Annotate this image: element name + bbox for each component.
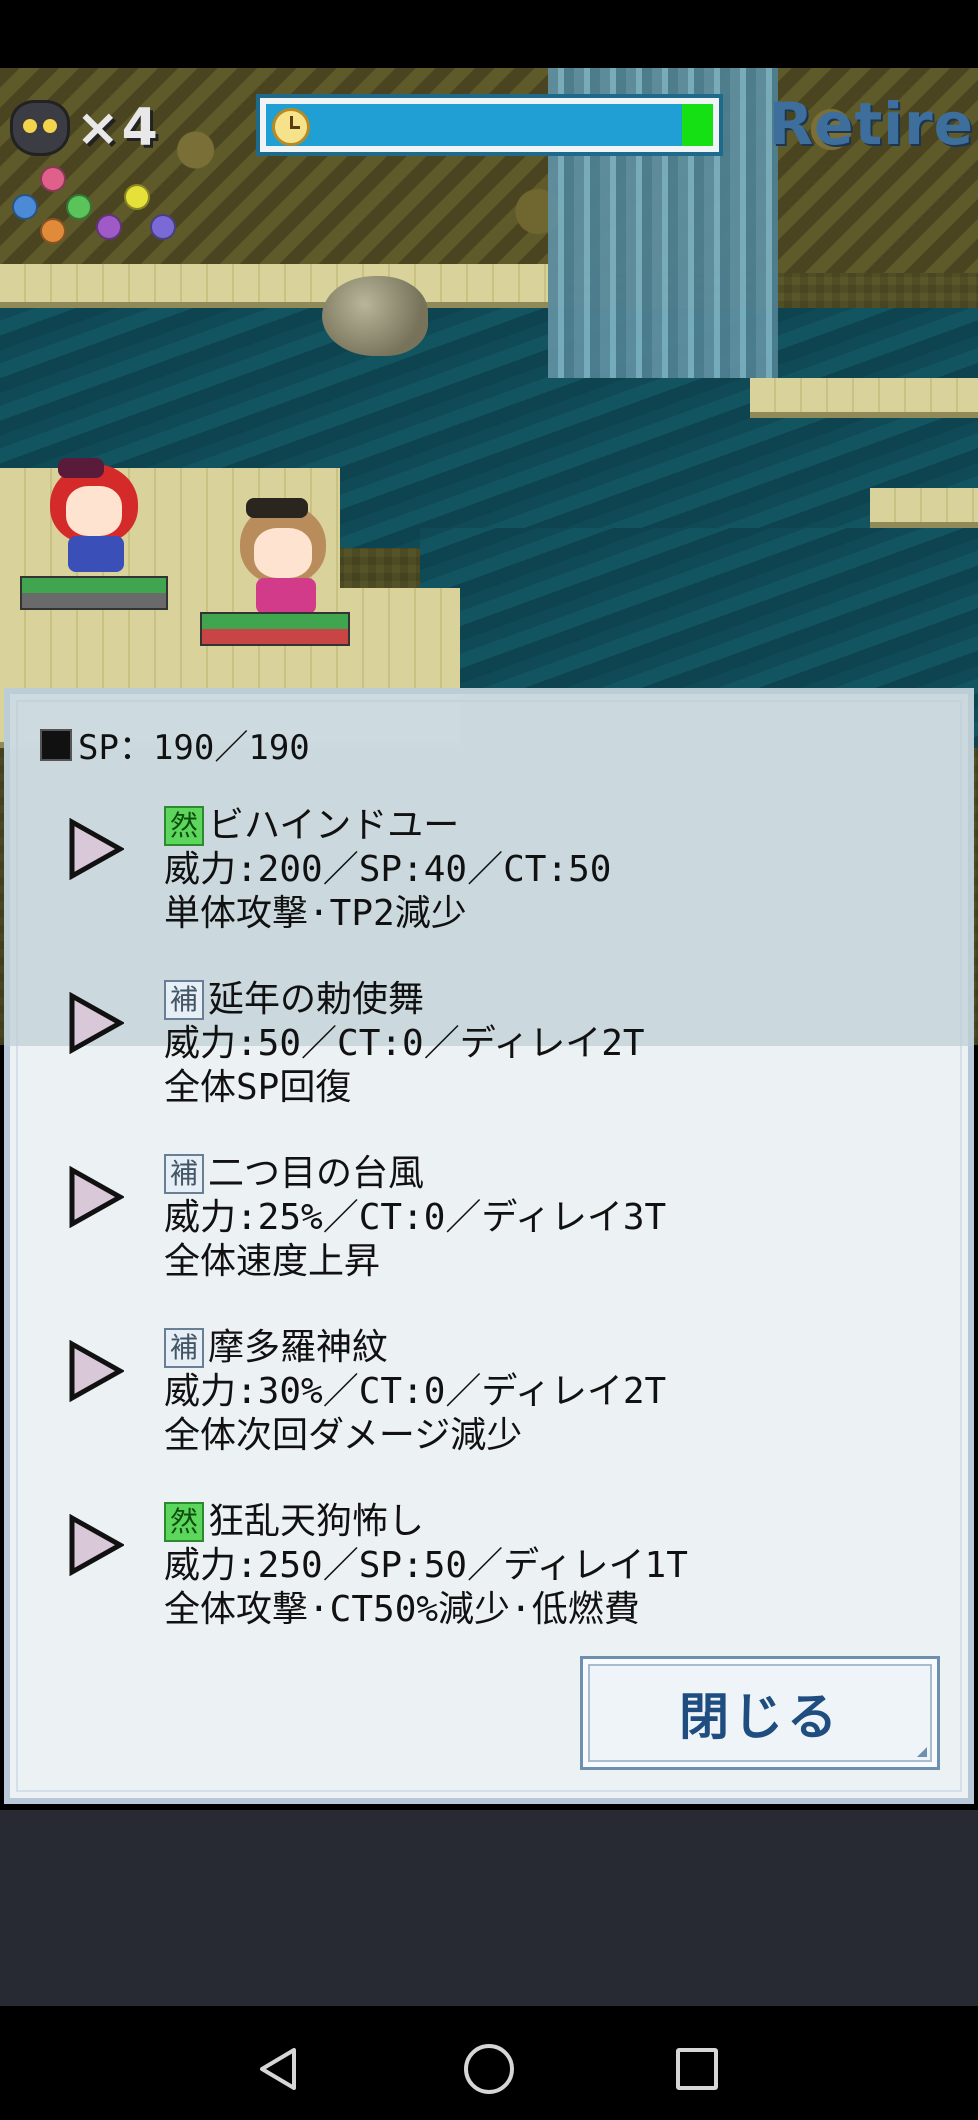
empty-bottom-area: [0, 1810, 978, 2006]
character-red-haired-status-bar: [20, 576, 168, 610]
back-icon[interactable]: [254, 2044, 304, 2094]
timer-track: [266, 104, 713, 146]
orb-icon: [96, 214, 122, 240]
character-brown-haired[interactable]: [230, 498, 340, 618]
turn-timer: [256, 94, 723, 156]
skill-description: 全体速度上昇: [164, 1241, 381, 1282]
skill-stats: 威力:200／SP:40／CT:50: [164, 849, 612, 890]
skill-type-tag: 補: [164, 1328, 204, 1368]
lives-counter: ×4: [10, 98, 160, 158]
orb-icon: [40, 218, 66, 244]
orb-icon: [40, 166, 66, 192]
system-nav-bar: [0, 2006, 978, 2120]
skill-type-tag: 補: [164, 1154, 204, 1194]
retire-button[interactable]: Retire: [768, 90, 974, 158]
skill-row[interactable]: 然狂乱天狗怖し 威力:250／SP:50／ディレイ1T 全体攻撃·CT50%減少…: [68, 1500, 948, 1650]
home-icon[interactable]: [464, 2044, 514, 2094]
skill-name: 二つ目の台風: [208, 1153, 425, 1194]
skill-stats: 威力:50／CT:0／ディレイ2T: [164, 1023, 645, 1064]
orb-icon: [12, 194, 38, 220]
skill-type-tag: 補: [164, 980, 204, 1020]
owl-icon: [10, 100, 70, 156]
skill-row[interactable]: 補摩多羅神紋 威力:30%／CT:0／ディレイ2T 全体次回ダメージ減少: [68, 1326, 948, 1476]
play-arrow-icon[interactable]: [68, 1340, 124, 1402]
skill-row[interactable]: 補延年の勅使舞 威力:50／CT:0／ディレイ2T 全体SP回復: [68, 978, 948, 1128]
skill-description: 全体SP回復: [164, 1067, 352, 1108]
sp-display: SP：190／190: [40, 720, 310, 769]
skill-row[interactable]: 然ビハインドユー 威力:200／SP:40／CT:50 単体攻撃·TP2減少: [68, 804, 948, 954]
skill-stats: 威力:25%／CT:0／ディレイ3T: [164, 1197, 667, 1238]
boulder: [322, 276, 428, 356]
orb-cluster-right: [96, 184, 176, 264]
close-button[interactable]: 閉じる: [580, 1656, 940, 1770]
play-arrow-icon[interactable]: [68, 818, 124, 880]
skill-type-tag: 然: [164, 806, 204, 846]
sp-icon: [40, 728, 72, 761]
play-arrow-icon[interactable]: [68, 1166, 124, 1228]
play-arrow-icon[interactable]: [68, 1514, 124, 1576]
orb-icon: [124, 184, 150, 210]
skill-name: 摩多羅神紋: [208, 1327, 389, 1368]
status-bar: [0, 0, 978, 68]
right-ledge: [750, 378, 978, 418]
skill-type-tag: 然: [164, 1502, 204, 1542]
orb-cluster-left: [12, 166, 92, 246]
character-red-haired[interactable]: [40, 458, 150, 578]
play-arrow-icon[interactable]: [68, 992, 124, 1054]
skill-description: 全体次回ダメージ減少: [164, 1415, 523, 1456]
lives-count: ×4: [76, 98, 160, 158]
character-brown-haired-status-bar: [200, 612, 350, 646]
timer-fill: [681, 104, 713, 146]
skill-stats: 威力:250／SP:50／ディレイ1T: [164, 1545, 688, 1586]
skill-description: 全体攻撃·CT50%減少·低燃費: [164, 1589, 640, 1630]
skill-name: 狂乱天狗怖し: [208, 1501, 425, 1542]
recent-apps-icon[interactable]: [676, 2048, 718, 2090]
right-ledge-lower: [870, 488, 978, 528]
skill-stats: 威力:30%／CT:0／ディレイ2T: [164, 1371, 667, 1412]
sp-label: SP：190／190: [78, 728, 310, 768]
orb-icon: [66, 194, 92, 220]
skill-name: ビハインドユー: [208, 805, 460, 846]
clock-icon: [272, 108, 310, 146]
orb-icon: [150, 214, 176, 240]
skill-description: 単体攻撃·TP2減少: [164, 893, 467, 934]
skill-name: 延年の勅使舞: [208, 979, 425, 1020]
upper-ledge: [0, 264, 548, 308]
skill-row[interactable]: 補二つ目の台風 威力:25%／CT:0／ディレイ3T 全体速度上昇: [68, 1152, 948, 1302]
